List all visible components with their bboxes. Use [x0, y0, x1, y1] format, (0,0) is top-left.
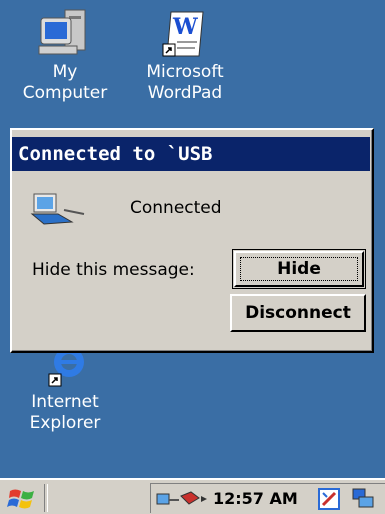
windows-start-icon[interactable]: [6, 485, 40, 511]
wordpad-icon: W: [162, 11, 204, 57]
connection-dialog: Connected to `USB Connected Hide this me…: [10, 128, 374, 353]
show-desktop-icon[interactable]: [351, 487, 381, 511]
desktop-icon-wordpad[interactable]: W Microsoft WordPad: [135, 8, 235, 104]
taskbar-divider: [44, 484, 48, 512]
svg-text:W: W: [172, 14, 198, 40]
connection-tray-icon[interactable]: [155, 488, 209, 510]
hide-message-label: Hide this message:: [32, 260, 195, 280]
system-tray: 12:57 AM: [150, 483, 385, 513]
connected-computers-icon: [30, 193, 85, 225]
taskbar-clock[interactable]: 12:57 AM: [213, 489, 298, 508]
desktop-icon-label: Microsoft WordPad: [146, 62, 224, 103]
my-computer-icon: [38, 9, 86, 55]
connection-status-text: Connected: [130, 198, 222, 218]
taskbar: 12:57 AM: [0, 478, 385, 514]
connection-status-row: [28, 190, 98, 230]
input-panel-icon[interactable]: [317, 487, 343, 511]
desktop-icon-label: Internet Explorer: [29, 392, 101, 433]
dialog-title[interactable]: Connected to `USB: [12, 137, 370, 171]
desktop-icon-label: My Computer: [22, 62, 108, 103]
hide-button[interactable]: Hide: [232, 249, 366, 289]
desktop-icon-my-computer[interactable]: My Computer: [15, 8, 115, 104]
desktop-icon-internet-explorer[interactable]: Internet Explorer: [15, 340, 115, 434]
disconnect-button[interactable]: Disconnect: [230, 294, 366, 332]
hide-button-label: Hide: [240, 257, 358, 281]
